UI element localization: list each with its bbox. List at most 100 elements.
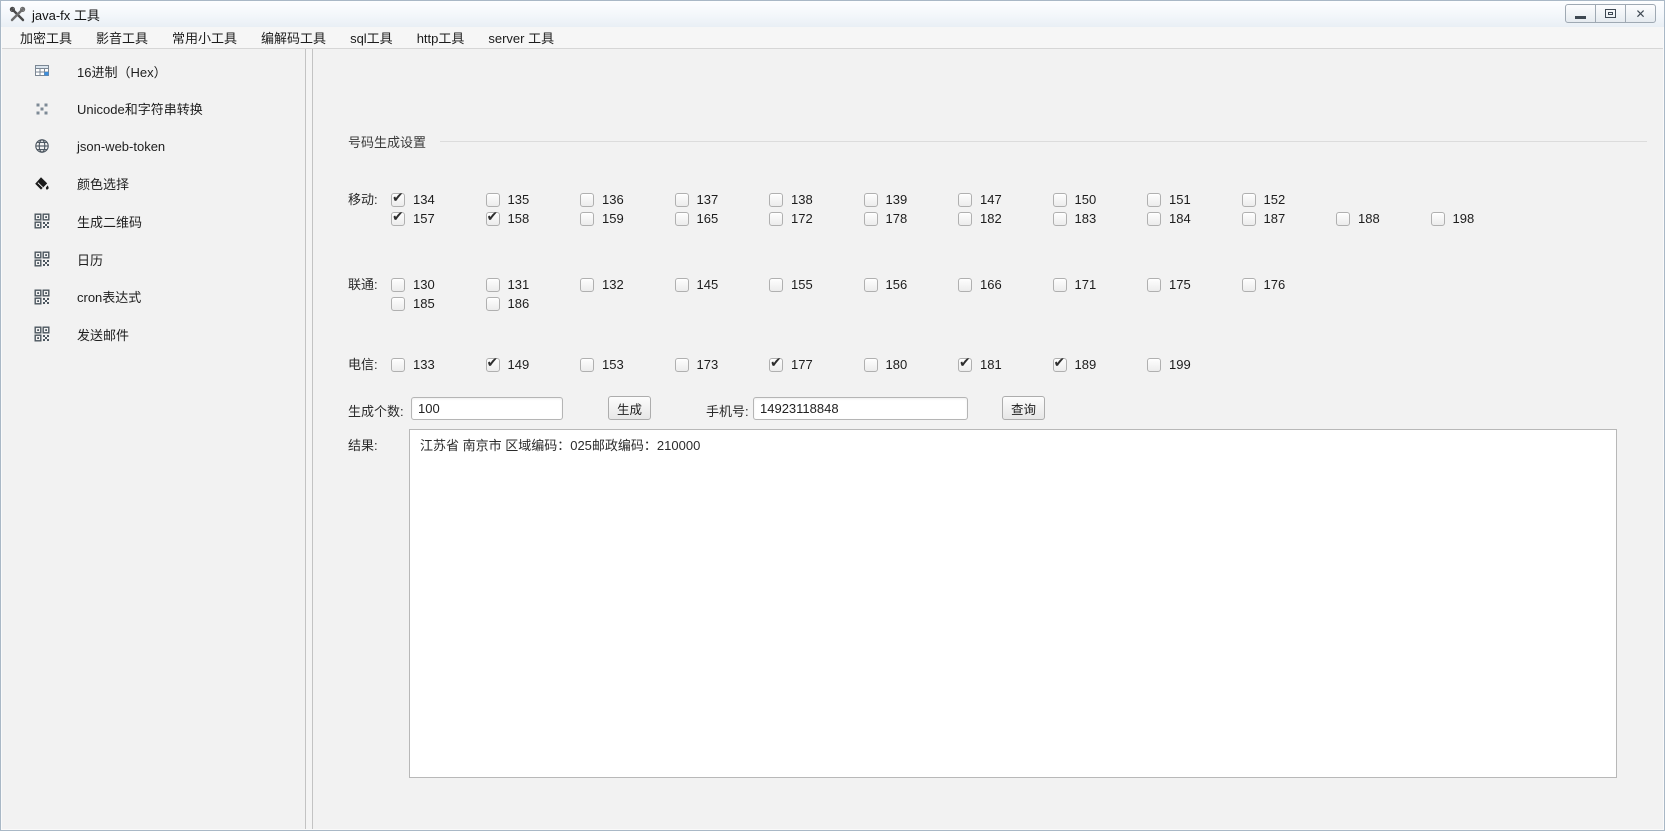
sidebar: 16进制（Hex） Unicode和字符串转换 json-web-token 颜色选择… (2, 49, 305, 829)
maximize-icon (1605, 9, 1616, 18)
sidebar-item-4[interactable]: 生成二维码 (2, 209, 305, 233)
menu-item-2[interactable]: 常用小工具 (166, 25, 243, 50)
generate-button[interactable]: 生成 (608, 396, 651, 420)
checkbox-147[interactable] (958, 193, 972, 207)
checkbox-132[interactable] (580, 278, 594, 292)
checkbox-165[interactable] (675, 212, 689, 226)
prefix-item: 198 (1431, 211, 1526, 226)
checkbox-166[interactable] (958, 278, 972, 292)
phone-input[interactable] (753, 397, 968, 420)
carrier-label-2: 电信: (348, 355, 378, 374)
checkbox-187[interactable] (1242, 212, 1256, 226)
minimize-button[interactable] (1565, 4, 1596, 23)
menu-item-5[interactable]: http工具 (411, 25, 471, 50)
prefix-item: 199 (1147, 357, 1242, 372)
checkbox-row: 133✔149153173✔177180✔181✔189199 (391, 355, 1242, 374)
prefix-item: 137 (675, 192, 770, 207)
checkbox-139[interactable] (864, 193, 878, 207)
checkbox-155[interactable] (769, 278, 783, 292)
checkbox-157[interactable]: ✔ (391, 212, 405, 226)
checkbox-178[interactable] (864, 212, 878, 226)
sidebar-item-7[interactable]: 发送邮件 (2, 322, 305, 346)
checkbox-131[interactable] (486, 278, 500, 292)
prefix-item: 176 (1242, 277, 1337, 292)
checkbox-156[interactable] (864, 278, 878, 292)
sidebar-item-1[interactable]: Unicode和字符串转换 (2, 97, 305, 121)
checkbox-181[interactable]: ✔ (958, 358, 972, 372)
menu-item-3[interactable]: 编解码工具 (255, 25, 332, 50)
prefix-item: 136 (580, 192, 675, 207)
prefix-item: 139 (864, 192, 959, 207)
prefix-item: 184 (1147, 211, 1242, 226)
menu-item-6[interactable]: server 工具 (482, 25, 560, 50)
checkbox-175[interactable] (1147, 278, 1161, 292)
menu-item-0[interactable]: 加密工具 (14, 25, 78, 50)
split-pane-divider[interactable] (305, 49, 313, 829)
checkbox-172[interactable] (769, 212, 783, 226)
checkbox-171[interactable] (1053, 278, 1067, 292)
sidebar-item-label: 日历 (77, 250, 103, 269)
checkbox-186[interactable] (486, 297, 500, 311)
sidebar-item-6[interactable]: cron表达式 (2, 285, 305, 309)
checkbox-176[interactable] (1242, 278, 1256, 292)
prefix-label: 182 (980, 211, 1002, 226)
checkbox-151[interactable] (1147, 193, 1161, 207)
sidebar-item-3[interactable]: 颜色选择 (2, 172, 305, 196)
checkbox-159[interactable] (580, 212, 594, 226)
unicode-icon (34, 101, 50, 117)
sidebar-item-2[interactable]: json-web-token (2, 134, 305, 158)
menu-item-4[interactable]: sql工具 (344, 25, 399, 50)
checkbox-152[interactable] (1242, 193, 1256, 207)
prefix-label: 132 (602, 277, 624, 292)
carrier-label-1: 联通: (348, 275, 378, 294)
check-mark-icon: ✔ (959, 354, 971, 371)
checkbox-138[interactable] (769, 193, 783, 207)
checkbox-173[interactable] (675, 358, 689, 372)
checkbox-198[interactable] (1431, 212, 1445, 226)
checkbox-184[interactable] (1147, 212, 1161, 226)
prefix-item: 151 (1147, 192, 1242, 207)
close-button[interactable]: ✕ (1625, 4, 1656, 23)
maximize-button[interactable] (1595, 4, 1626, 23)
prefix-label: 173 (697, 357, 719, 372)
prefix-label: 134 (413, 192, 435, 207)
prefix-item: 152 (1242, 192, 1337, 207)
checkbox-183[interactable] (1053, 212, 1067, 226)
checkbox-189[interactable]: ✔ (1053, 358, 1067, 372)
checkbox-135[interactable] (486, 193, 500, 207)
prefix-item: 185 (391, 296, 486, 311)
prefix-item: 180 (864, 357, 959, 372)
prefix-label: 177 (791, 357, 813, 372)
checkbox-145[interactable] (675, 278, 689, 292)
check-mark-icon: ✔ (487, 354, 499, 371)
checkbox-136[interactable] (580, 193, 594, 207)
prefix-label: 139 (886, 192, 908, 207)
sidebar-item-5[interactable]: 日历 (2, 247, 305, 271)
count-label: 生成个数: (348, 401, 404, 420)
hex-grid-icon (34, 63, 50, 79)
checkbox-133[interactable] (391, 358, 405, 372)
prefix-label: 178 (886, 211, 908, 226)
result-textarea[interactable]: 江苏省 南京市 区域编码：025邮政编码：210000 (409, 429, 1617, 778)
checkbox-130[interactable] (391, 278, 405, 292)
prefix-item: 131 (486, 277, 581, 292)
prefix-label: 135 (508, 192, 530, 207)
checkbox-180[interactable] (864, 358, 878, 372)
checkbox-182[interactable] (958, 212, 972, 226)
app-window: java-fx 工具 ✕ 加密工具影音工具常用小工具编解码工具sql工具http… (0, 0, 1665, 831)
checkbox-188[interactable] (1336, 212, 1350, 226)
app-icon (9, 6, 26, 23)
sidebar-item-0[interactable]: 16进制（Hex） (2, 59, 305, 83)
menu-item-1[interactable]: 影音工具 (90, 25, 154, 50)
checkbox-137[interactable] (675, 193, 689, 207)
checkbox-150[interactable] (1053, 193, 1067, 207)
checkbox-177[interactable]: ✔ (769, 358, 783, 372)
checkbox-134[interactable]: ✔ (391, 193, 405, 207)
count-input[interactable] (411, 397, 563, 420)
checkbox-153[interactable] (580, 358, 594, 372)
checkbox-199[interactable] (1147, 358, 1161, 372)
checkbox-158[interactable]: ✔ (486, 212, 500, 226)
checkbox-185[interactable] (391, 297, 405, 311)
checkbox-149[interactable]: ✔ (486, 358, 500, 372)
query-button[interactable]: 查询 (1002, 396, 1045, 420)
